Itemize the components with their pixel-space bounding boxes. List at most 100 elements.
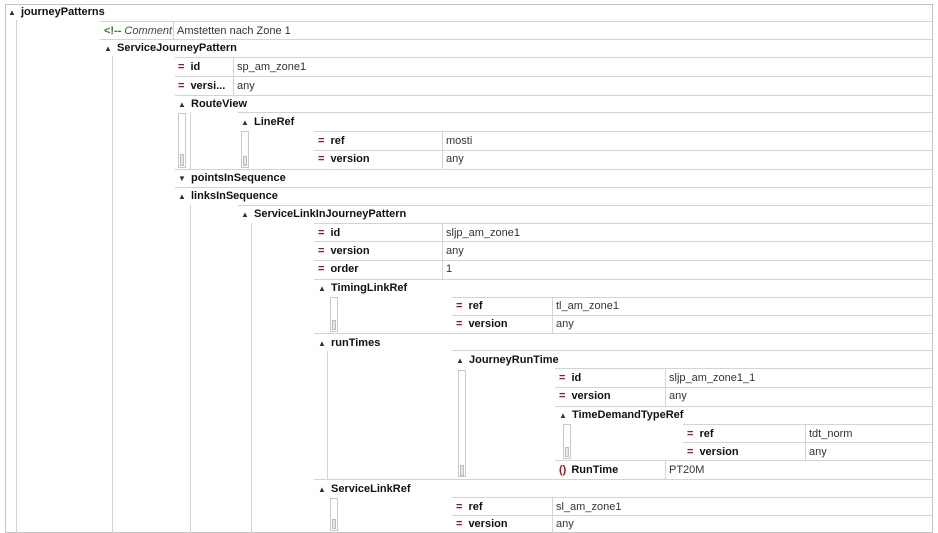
attr-id-name[interactable]: = id — [178, 61, 200, 73]
route-view-scrollbar[interactable] — [178, 113, 186, 168]
run-time-element-value[interactable]: PT20M — [669, 464, 704, 476]
comment-value[interactable]: Amstetten nach Zone 1 — [177, 25, 291, 37]
attribute-icon: = — [456, 518, 463, 530]
attr-row-divider — [683, 442, 932, 443]
attr-row-divider — [452, 515, 932, 516]
attr-id-value[interactable]: sljp_am_zone1 — [446, 227, 520, 239]
time-demand-type-ref-node[interactable]: ▲ TimeDemandTypeRef — [559, 409, 683, 421]
attr-version-name[interactable]: = version — [456, 518, 508, 530]
scrollbar-thumb[interactable] — [460, 465, 464, 476]
journey-run-time-label: JourneyRunTime — [469, 354, 559, 366]
attr-version-name[interactable]: = version — [559, 390, 611, 402]
service-link-ref-node[interactable]: ▲ ServiceLinkRef — [318, 483, 410, 495]
attr-row-divider — [314, 241, 932, 242]
attr-version-name[interactable]: = version — [456, 318, 508, 330]
attr-row-divider — [683, 424, 932, 425]
collapse-icon[interactable]: ▲ — [178, 100, 187, 109]
tdt-ref-scrollbar[interactable] — [563, 424, 571, 459]
points-in-sequence-label: pointsInSequence — [191, 172, 286, 184]
collapse-icon[interactable]: ▲ — [456, 356, 465, 365]
service-link-in-jp-node[interactable]: ▲ ServiceLinkInJourneyPattern — [241, 208, 406, 220]
links-in-sequence-node[interactable]: ▲ linksInSequence — [178, 190, 278, 202]
points-in-sequence-node[interactable]: ▼ pointsInSequence — [178, 172, 286, 184]
attr-ref-name[interactable]: = ref — [456, 501, 483, 513]
scrollbar-thumb[interactable] — [243, 156, 247, 166]
attr-id-value[interactable]: sp_am_zone1 — [237, 61, 306, 73]
scrollbar-thumb[interactable] — [332, 320, 336, 330]
timing-link-ref-label: TimingLinkRef — [331, 282, 408, 294]
line-ref-node[interactable]: ▲ LineRef — [241, 116, 294, 128]
attr-ref-value[interactable]: mosti — [446, 135, 472, 147]
journey-run-time-scrollbar[interactable] — [458, 370, 466, 477]
route-view-label: RouteView — [191, 98, 248, 110]
route-view-node[interactable]: ▲ RouteView — [178, 98, 247, 110]
journey-run-time-node[interactable]: ▲ JourneyRunTime — [456, 354, 559, 366]
attr-ref-name[interactable]: = ref — [456, 300, 483, 312]
attr-id-value[interactable]: sljp_am_zone1_1 — [669, 372, 755, 384]
attr-version-name[interactable]: = versi... — [178, 80, 225, 92]
collapse-icon[interactable]: ▲ — [318, 485, 327, 494]
collapse-icon[interactable]: ▲ — [178, 192, 187, 201]
journey-run-time-row-divider — [452, 350, 932, 351]
attr-version-value[interactable]: any — [237, 80, 255, 92]
line-ref-label: LineRef — [254, 116, 295, 128]
comment-node[interactable]: <!-- Comment — [104, 25, 172, 37]
run-times-row-divider — [314, 333, 932, 334]
collapse-icon[interactable]: ▲ — [241, 118, 250, 127]
attribute-icon: = — [687, 446, 694, 458]
collapse-icon[interactable]: ▲ — [241, 210, 250, 219]
attr-id-name[interactable]: = id — [559, 372, 581, 384]
comment-label: Comment — [124, 25, 173, 37]
scrollbar-thumb[interactable] — [332, 519, 336, 529]
attribute-icon: = — [318, 153, 325, 165]
attr-version-value[interactable]: any — [556, 318, 574, 330]
attr-version-value[interactable]: any — [556, 518, 574, 530]
collapse-icon[interactable]: ▲ — [318, 284, 327, 293]
service-journey-pattern-label: ServiceJourneyPattern — [117, 42, 237, 54]
line-ref-scrollbar[interactable] — [241, 131, 249, 168]
element-icon: () — [559, 464, 567, 476]
journey-patterns-node[interactable]: ▲ journeyPatterns — [8, 6, 105, 18]
attr-version-name[interactable]: = version — [318, 245, 370, 257]
timing-link-ref-node[interactable]: ▲ TimingLinkRef — [318, 282, 407, 294]
attr-version-name[interactable]: = version — [687, 446, 739, 458]
run-time-element-name[interactable]: () RunTime — [559, 464, 618, 476]
attr-version-value[interactable]: any — [809, 446, 827, 458]
attr-ref-value[interactable]: sl_am_zone1 — [556, 501, 621, 513]
tree-guide-line — [327, 351, 328, 479]
scrollbar-thumb[interactable] — [565, 447, 569, 457]
attr-ref-value[interactable]: tl_am_zone1 — [556, 300, 619, 312]
run-times-label: runTimes — [331, 337, 381, 349]
scrollbar-thumb[interactable] — [180, 154, 184, 166]
attr-ref-name[interactable]: = ref — [318, 135, 345, 147]
journey-patterns-frame — [5, 4, 933, 533]
expand-icon[interactable]: ▼ — [178, 174, 187, 183]
attr-row-divider — [175, 76, 932, 77]
collapse-icon[interactable]: ▲ — [104, 44, 113, 53]
timing-link-scrollbar[interactable] — [330, 297, 338, 332]
attr-version-name[interactable]: = version — [318, 153, 370, 165]
attr-row-divider — [175, 57, 932, 58]
attr-order-value[interactable]: 1 — [446, 263, 452, 275]
service-journey-pattern-node[interactable]: ▲ ServiceJourneyPattern — [104, 42, 237, 54]
run-times-node[interactable]: ▲ runTimes — [318, 337, 380, 349]
collapse-icon[interactable]: ▲ — [8, 8, 17, 17]
comment-row-divider — [100, 21, 932, 22]
service-link-ref-scrollbar[interactable] — [330, 498, 338, 531]
attr-version-value[interactable]: any — [446, 245, 464, 257]
attr-version-value[interactable]: any — [446, 153, 464, 165]
attr-version-value[interactable]: any — [669, 390, 687, 402]
attr-row-divider — [314, 131, 932, 132]
collapse-icon[interactable]: ▲ — [559, 411, 568, 420]
attr-ref-value[interactable]: tdt_norm — [809, 428, 852, 440]
route-view-row-divider — [175, 95, 932, 96]
attr-col-divider — [665, 460, 666, 479]
attr-order-name[interactable]: = order — [318, 263, 359, 275]
service-link-ref-label: ServiceLinkRef — [331, 483, 411, 495]
tree-guide-line — [112, 56, 113, 533]
attr-row-divider — [314, 223, 932, 224]
time-demand-type-ref-label: TimeDemandTypeRef — [572, 409, 684, 421]
collapse-icon[interactable]: ▲ — [318, 339, 327, 348]
attr-ref-name[interactable]: = ref — [687, 428, 714, 440]
attr-id-name[interactable]: = id — [318, 227, 340, 239]
